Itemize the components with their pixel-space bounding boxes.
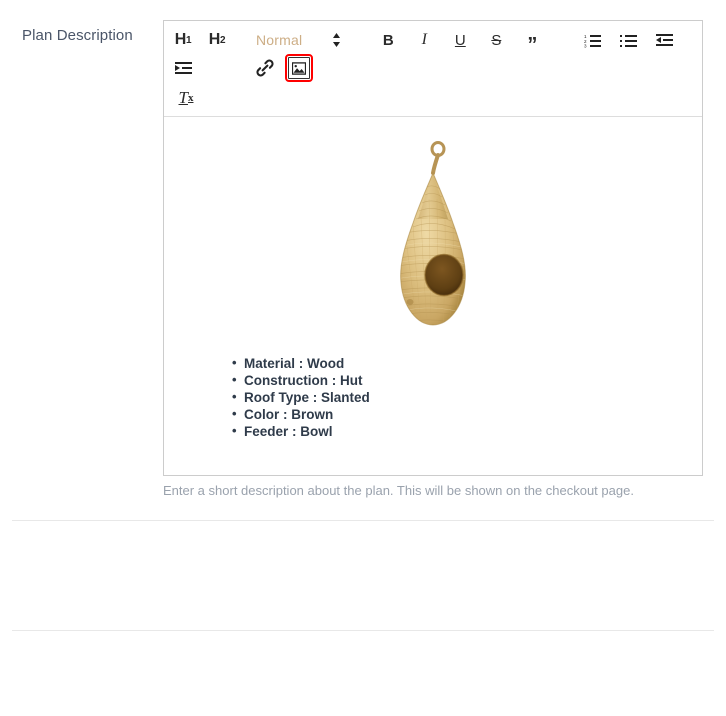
list-item: Construction : Hut xyxy=(232,371,684,389)
blockquote-icon[interactable]: ” xyxy=(519,26,545,55)
chevron-updown-icon xyxy=(332,32,341,48)
style-dropdown[interactable]: Normal xyxy=(252,26,341,54)
editor-toolbar: H1 H2 Normal B I U S ” 1 2 3 T x xyxy=(164,21,702,117)
outdent-icon[interactable] xyxy=(651,26,677,54)
list-item: Roof Type : Slanted xyxy=(232,388,684,406)
form-actions-row: Submit Cancel xyxy=(0,631,726,716)
clear-formatting-letter: T xyxy=(178,88,188,107)
heading-2-letter: H xyxy=(208,31,221,48)
list-item: Color : Brown xyxy=(232,405,684,423)
clear-formatting-icon[interactable]: Tx xyxy=(173,84,199,112)
heading-2-sub: 2 xyxy=(220,34,226,46)
nest-hanging-loop xyxy=(430,141,446,175)
editor-toolbar-row-2: Tx xyxy=(170,84,696,112)
heading-1-letter: H xyxy=(174,31,187,48)
unordered-list-icon[interactable] xyxy=(615,26,641,54)
strikethrough-icon[interactable]: S xyxy=(483,26,509,54)
spec-list: Material : Wood Construction : Hut Roof … xyxy=(182,354,684,440)
style-dropdown-value: Normal xyxy=(256,32,303,48)
italic-icon[interactable]: I xyxy=(411,26,437,54)
clear-formatting-sub: x xyxy=(187,92,194,104)
plan-metadata-row: Plan MetaData xyxy=(0,521,726,630)
rich-text-editor: H1 H2 Normal B I U S ” 1 2 3 T x • Mater… xyxy=(163,20,703,476)
link-icon[interactable] xyxy=(252,54,278,82)
ordered-list-icon[interactable]: 1 2 3 xyxy=(579,26,605,54)
list-item: Feeder : Bowl xyxy=(232,422,684,440)
underline-icon[interactable]: U xyxy=(447,26,473,54)
plan-form-page: Plan Description H1 H2 Normal B I U S ” … xyxy=(0,0,726,716)
indent-icon[interactable] xyxy=(170,54,196,82)
heading-1-sub: 1 xyxy=(186,34,192,46)
heading-1-icon[interactable]: H1 xyxy=(170,26,196,54)
bold-icon[interactable]: B xyxy=(375,26,401,54)
editor-content-area[interactable]: Material : Wood Construction : Hut Roof … xyxy=(164,117,702,502)
nest-image-figure xyxy=(182,139,684,339)
heading-2-icon[interactable]: H2 xyxy=(204,26,230,54)
list-item: Material : Wood xyxy=(232,354,684,372)
plan-description-help-text: Enter a short description about the plan… xyxy=(163,483,634,498)
bird-nest-image[interactable] xyxy=(383,139,483,339)
nest-body xyxy=(400,171,466,326)
plan-description-row: Plan Description H1 H2 Normal B I U S ” … xyxy=(0,0,726,520)
image-icon[interactable] xyxy=(285,54,313,82)
svg-text:3: 3 xyxy=(584,43,587,47)
plan-description-label: Plan Description xyxy=(22,27,133,44)
